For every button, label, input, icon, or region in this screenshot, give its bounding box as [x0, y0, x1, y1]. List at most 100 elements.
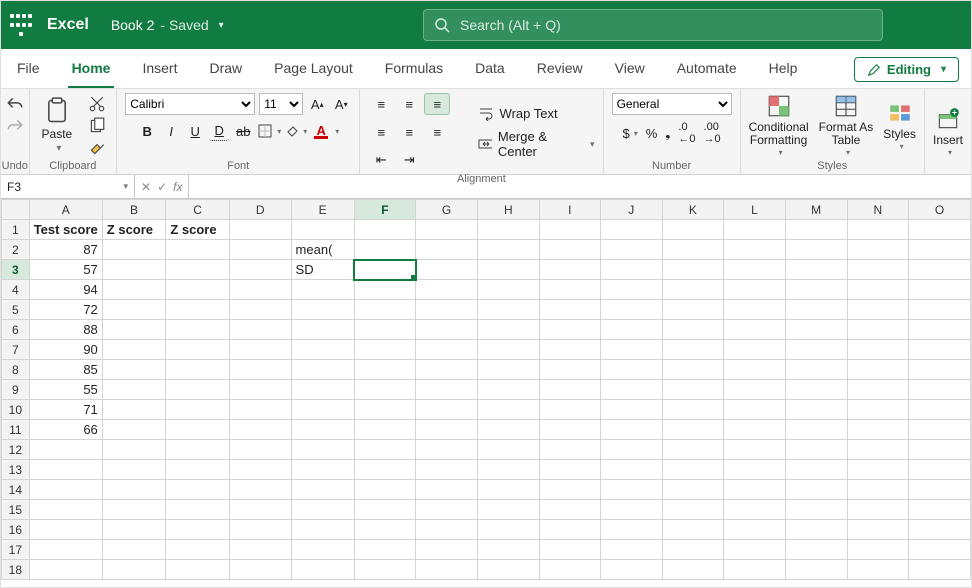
cell-F4[interactable] [354, 280, 416, 300]
cell-A15[interactable] [29, 500, 102, 520]
document-title[interactable]: Book 2 - Saved ▾ [111, 17, 224, 33]
cell-G5[interactable] [416, 300, 478, 320]
cell-N11[interactable] [847, 420, 909, 440]
cell-M8[interactable] [785, 360, 847, 380]
cell-L1[interactable] [724, 220, 786, 240]
cell-G12[interactable] [416, 440, 478, 460]
cell-B14[interactable] [102, 480, 166, 500]
cell-C2[interactable] [166, 240, 230, 260]
cell-D8[interactable] [229, 360, 291, 380]
cell-L3[interactable] [724, 260, 786, 280]
cell-A4[interactable]: 94 [29, 280, 102, 300]
cell-J9[interactable] [601, 380, 663, 400]
cell-D17[interactable] [229, 540, 291, 560]
cell-F11[interactable] [354, 420, 416, 440]
cell-H1[interactable] [477, 220, 539, 240]
cell-L11[interactable] [724, 420, 786, 440]
cell-I5[interactable] [539, 300, 600, 320]
cell-E2[interactable]: mean( [291, 240, 354, 260]
cell-A16[interactable] [29, 520, 102, 540]
cell-F8[interactable] [354, 360, 416, 380]
cell-E3[interactable]: SD [291, 260, 354, 280]
cell-H17[interactable] [477, 540, 539, 560]
cell-G16[interactable] [416, 520, 478, 540]
cell-F12[interactable] [354, 440, 416, 460]
cancel-formula-icon[interactable]: ✕ [141, 180, 151, 194]
cell-M14[interactable] [785, 480, 847, 500]
cell-K5[interactable] [662, 300, 724, 320]
cell-L18[interactable] [724, 560, 786, 580]
cell-G14[interactable] [416, 480, 478, 500]
cell-A18[interactable] [29, 560, 102, 580]
cell-K13[interactable] [662, 460, 724, 480]
cell-F2[interactable] [354, 240, 416, 260]
cell-C13[interactable] [166, 460, 230, 480]
cell-D10[interactable] [229, 400, 291, 420]
cell-J17[interactable] [601, 540, 663, 560]
cell-O16[interactable] [909, 520, 971, 540]
double-underline-button[interactable]: D [209, 121, 229, 141]
cell-J13[interactable] [601, 460, 663, 480]
cell-G7[interactable] [416, 340, 478, 360]
cell-D12[interactable] [229, 440, 291, 460]
cell-E7[interactable] [291, 340, 354, 360]
cell-G9[interactable] [416, 380, 478, 400]
cell-A12[interactable] [29, 440, 102, 460]
borders-button[interactable]: ▾ [257, 121, 281, 141]
row-header-17[interactable]: 17 [2, 540, 30, 560]
col-header-B[interactable]: B [102, 200, 166, 220]
cell-E12[interactable] [291, 440, 354, 460]
cell-C15[interactable] [166, 500, 230, 520]
comma-format-button[interactable]: ❟ [665, 125, 670, 141]
cell-J2[interactable] [601, 240, 663, 260]
row-header-8[interactable]: 8 [2, 360, 30, 380]
cell-G18[interactable] [416, 560, 478, 580]
cell-C18[interactable] [166, 560, 230, 580]
align-center-button[interactable]: ≡ [396, 121, 422, 143]
cell-D18[interactable] [229, 560, 291, 580]
cell-A14[interactable] [29, 480, 102, 500]
cell-J12[interactable] [601, 440, 663, 460]
cell-N18[interactable] [847, 560, 909, 580]
cell-N9[interactable] [847, 380, 909, 400]
cell-M18[interactable] [785, 560, 847, 580]
cell-G17[interactable] [416, 540, 478, 560]
cell-J8[interactable] [601, 360, 663, 380]
cell-N2[interactable] [847, 240, 909, 260]
cell-B9[interactable] [102, 380, 166, 400]
col-header-O[interactable]: O [909, 200, 971, 220]
align-top-button[interactable]: ≡ [368, 93, 394, 115]
cell-I16[interactable] [539, 520, 600, 540]
cell-B7[interactable] [102, 340, 166, 360]
align-bottom-button[interactable]: ≡ [424, 93, 450, 115]
strike-button[interactable]: ab [233, 121, 253, 141]
cell-D5[interactable] [229, 300, 291, 320]
cut-button[interactable] [86, 94, 108, 114]
cell-styles-button[interactable]: Styles▾ [883, 100, 916, 152]
cell-H11[interactable] [477, 420, 539, 440]
row-header-18[interactable]: 18 [2, 560, 30, 580]
cell-I3[interactable] [539, 260, 600, 280]
cell-C4[interactable] [166, 280, 230, 300]
cell-C17[interactable] [166, 540, 230, 560]
row-header-11[interactable]: 11 [2, 420, 30, 440]
cell-E8[interactable] [291, 360, 354, 380]
row-header-2[interactable]: 2 [2, 240, 30, 260]
col-header-K[interactable]: K [662, 200, 724, 220]
cell-J4[interactable] [601, 280, 663, 300]
cell-K4[interactable] [662, 280, 724, 300]
cell-E1[interactable] [291, 220, 354, 240]
row-header-10[interactable]: 10 [2, 400, 30, 420]
cell-M9[interactable] [785, 380, 847, 400]
cell-J11[interactable] [601, 420, 663, 440]
cell-M7[interactable] [785, 340, 847, 360]
cell-O2[interactable] [909, 240, 971, 260]
cell-L2[interactable] [724, 240, 786, 260]
cell-N17[interactable] [847, 540, 909, 560]
format-as-table-button[interactable]: Format As Table▾ [819, 93, 874, 158]
increase-font-button[interactable]: A▴ [307, 94, 327, 114]
cell-E9[interactable] [291, 380, 354, 400]
cell-H5[interactable] [477, 300, 539, 320]
font-name-select[interactable]: Calibri [125, 93, 255, 115]
cell-M10[interactable] [785, 400, 847, 420]
